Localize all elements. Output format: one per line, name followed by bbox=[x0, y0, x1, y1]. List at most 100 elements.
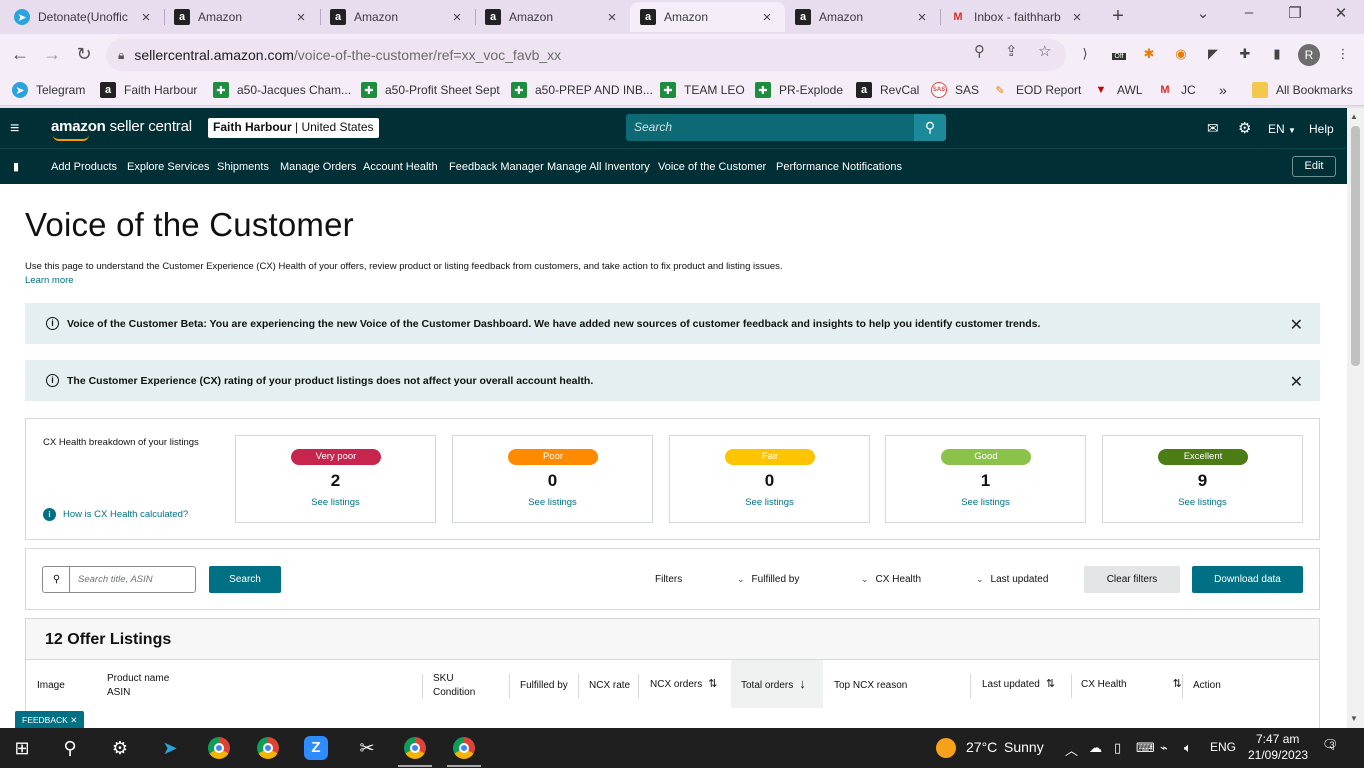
telegram-icon[interactable]: ➤ bbox=[157, 736, 183, 760]
search-button[interactable]: Search bbox=[209, 566, 281, 593]
close-icon[interactable]: × bbox=[914, 9, 930, 26]
sun-weather-icon[interactable] bbox=[936, 738, 956, 758]
bookmark-star-icon[interactable]: ☆ bbox=[1038, 42, 1051, 60]
browser-tab[interactable]: a Amazon × bbox=[164, 2, 319, 32]
cx-help-link[interactable]: i How is CX Health calculated? bbox=[43, 508, 188, 521]
puzzle-icon[interactable]: ✚ bbox=[1236, 46, 1254, 64]
tab-search-chevron-icon[interactable]: ⌄ bbox=[1188, 4, 1218, 22]
learn-more-link[interactable]: Learn more bbox=[25, 275, 74, 286]
settings-gear-icon[interactable]: ⚙ bbox=[107, 736, 133, 760]
network-icon[interactable]: ⌁ bbox=[1160, 740, 1168, 756]
close-icon[interactable]: ✕ bbox=[1290, 315, 1303, 335]
account-switcher[interactable]: Faith Harbour | United States bbox=[208, 118, 379, 138]
new-tab-button[interactable]: + bbox=[1106, 5, 1130, 28]
share-icon[interactable]: ⇪ bbox=[1005, 42, 1018, 60]
tray-chevron-icon[interactable]: ︿ bbox=[1065, 740, 1078, 759]
column-fulfilled-by[interactable]: Fulfilled by bbox=[520, 679, 568, 693]
search-icon[interactable]: ⚲ bbox=[57, 736, 83, 760]
windows-start-icon[interactable]: ⊞ bbox=[9, 736, 35, 760]
snipping-tool-icon[interactable]: ✂ bbox=[354, 736, 380, 760]
feedback-tab[interactable]: FEEDBACK ✕ bbox=[15, 711, 85, 728]
address-bar[interactable]: 🔒︎ sellercentral.amazon.com/voice-of-the… bbox=[106, 39, 1066, 71]
clock-date[interactable]: 21/09/2023 bbox=[1248, 748, 1308, 762]
extension-icon[interactable]: ◉ bbox=[1172, 46, 1190, 64]
back-icon[interactable]: ← bbox=[8, 44, 32, 65]
fulfilled-by-filter[interactable]: ⌄ Fulfilled by bbox=[737, 574, 799, 585]
nav-explore-services[interactable]: Explore Services bbox=[127, 161, 210, 173]
bookmark-item[interactable]: ➤ Telegram bbox=[12, 82, 85, 98]
close-icon[interactable]: × bbox=[604, 9, 620, 26]
menu-kebab-icon[interactable]: ⋮ bbox=[1334, 46, 1352, 64]
scroll-down-icon[interactable]: ▼ bbox=[1350, 714, 1358, 723]
close-icon[interactable]: × bbox=[293, 9, 309, 26]
bookmark-item[interactable]: ✚ TEAM LEO bbox=[660, 82, 745, 98]
nav-performance-notifications[interactable]: Performance Notifications bbox=[776, 161, 902, 173]
bookmark-item[interactable]: a RevCal bbox=[856, 82, 919, 98]
close-icon[interactable]: ✕ bbox=[1290, 372, 1303, 392]
reload-icon[interactable]: ↻ bbox=[72, 44, 96, 65]
last-updated-filter[interactable]: ⌄ Last updated bbox=[976, 574, 1048, 585]
hamburger-menu-icon[interactable]: ≡ bbox=[10, 120, 19, 138]
chrome-icon[interactable] bbox=[208, 737, 230, 759]
chrome-profile-icon[interactable] bbox=[404, 737, 426, 759]
edit-nav-button[interactable]: Edit bbox=[1292, 156, 1336, 177]
see-listings-link[interactable]: See listings bbox=[453, 497, 652, 508]
listing-search-input[interactable]: Search title, ASIN bbox=[69, 566, 196, 593]
gear-icon[interactable]: ⚙ bbox=[1238, 119, 1251, 137]
close-icon[interactable]: × bbox=[138, 9, 154, 26]
bookmark-item[interactable]: ✚ a50-Profit Sheet Sept bbox=[361, 82, 500, 98]
forward-icon[interactable]: → bbox=[40, 44, 64, 65]
nav-add-products[interactable]: Add Products bbox=[51, 161, 117, 173]
column-sku[interactable]: SKU Condition bbox=[433, 672, 475, 700]
clock-time[interactable]: 7:47 am bbox=[1256, 732, 1299, 746]
clear-filters-button[interactable]: Clear filters bbox=[1084, 566, 1180, 593]
input-language[interactable]: ENG bbox=[1210, 740, 1236, 754]
see-listings-link[interactable]: See listings bbox=[236, 497, 435, 508]
scroll-up-icon[interactable]: ▲ bbox=[1350, 112, 1358, 121]
nav-voice-of-the-customer[interactable]: Voice of the Customer bbox=[658, 161, 766, 173]
zoom-app-icon[interactable]: Z bbox=[304, 736, 328, 760]
bookmark-item[interactable]: SAS SAS bbox=[931, 82, 979, 98]
chrome-icon[interactable] bbox=[257, 737, 279, 759]
bookmark-item[interactable]: M JC bbox=[1157, 82, 1195, 98]
browser-tab[interactable]: ➤ Detonate(Unoffic × bbox=[4, 2, 164, 32]
see-listings-link[interactable]: See listings bbox=[670, 497, 869, 508]
close-icon[interactable]: ✕ bbox=[70, 715, 77, 725]
nav-manage-orders[interactable]: Manage Orders bbox=[280, 161, 356, 173]
close-icon[interactable]: × bbox=[449, 9, 465, 26]
search-icon[interactable]: ⚲ bbox=[914, 114, 946, 141]
extension-icon[interactable]: ◤ bbox=[1204, 46, 1222, 64]
download-data-button[interactable]: Download data bbox=[1192, 566, 1303, 593]
nav-shipments[interactable]: Shipments bbox=[217, 161, 269, 173]
bookmark-item[interactable]: a Faith Harbour bbox=[100, 82, 197, 98]
help-link[interactable]: Help bbox=[1309, 122, 1334, 136]
browser-tab[interactable]: M Inbox - faithharb × bbox=[940, 2, 1095, 32]
see-listings-link[interactable]: See listings bbox=[1103, 497, 1302, 508]
column-cx-health[interactable]: CX Health ⇅ bbox=[1081, 677, 1182, 692]
zoom-icon[interactable]: ⚲ bbox=[974, 42, 985, 60]
bookmarks-overflow-button[interactable]: » bbox=[1219, 82, 1227, 98]
window-close-icon[interactable]: ✕ bbox=[1326, 4, 1356, 22]
column-product-name[interactable]: Product name ASIN bbox=[107, 672, 169, 700]
nav-feedback-manager[interactable]: Feedback Manager bbox=[449, 161, 544, 173]
weather-temperature[interactable]: 27°C bbox=[966, 739, 997, 755]
close-icon[interactable]: × bbox=[1069, 9, 1085, 26]
see-listings-link[interactable]: See listings bbox=[886, 497, 1085, 508]
profile-avatar[interactable]: R bbox=[1298, 44, 1320, 66]
chrome-profile-icon[interactable] bbox=[453, 737, 475, 759]
sidepanel-icon[interactable]: ▮ bbox=[1268, 46, 1286, 64]
ime-icon[interactable]: ⌨ bbox=[1136, 740, 1155, 756]
notification-icon[interactable]: 🗨︎3 bbox=[1322, 737, 1339, 753]
browser-tab-active[interactable]: a Amazon × bbox=[630, 2, 785, 32]
seller-central-logo[interactable]: amazon seller central bbox=[51, 118, 192, 141]
cx-health-filter[interactable]: ⌄ CX Health bbox=[861, 574, 921, 585]
browser-tab[interactable]: a Amazon × bbox=[320, 2, 475, 32]
page-scrollbar[interactable]: ▲ ▼ bbox=[1347, 108, 1364, 728]
browser-tab[interactable]: a Amazon × bbox=[785, 2, 940, 32]
column-ncx-orders[interactable]: NCX orders ⇅ bbox=[650, 677, 717, 692]
bookmark-item[interactable]: ▼ AWL bbox=[1093, 82, 1143, 98]
restore-icon[interactable]: ❐ bbox=[1280, 4, 1310, 22]
close-icon[interactable]: × bbox=[759, 9, 775, 26]
extension-off-icon[interactable]: Off bbox=[1110, 46, 1128, 64]
column-total-orders[interactable]: Total orders ↓ bbox=[741, 677, 806, 693]
